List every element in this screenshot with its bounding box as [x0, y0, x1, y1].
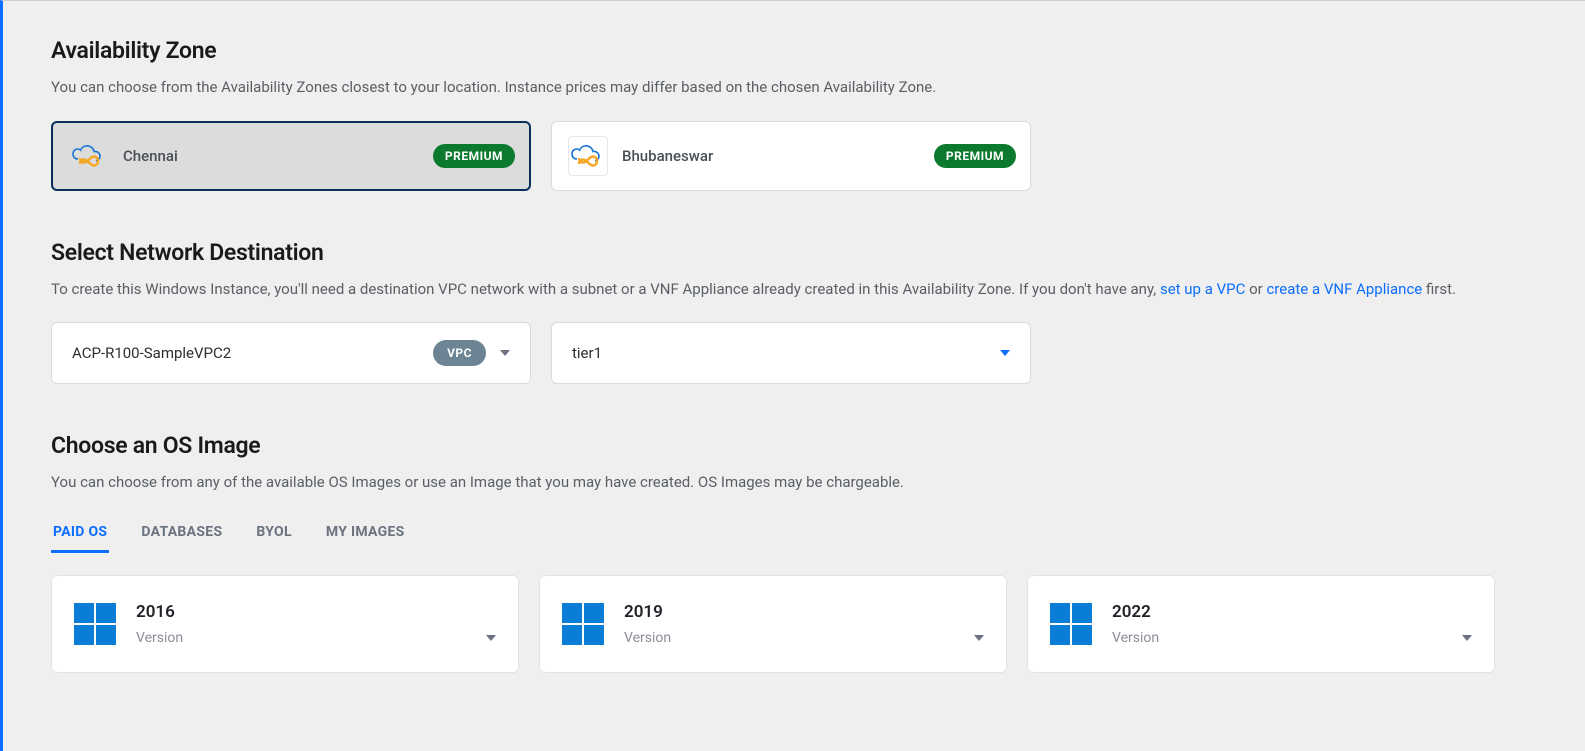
vpc-pill: VPC [433, 340, 486, 366]
chevron-down-icon [500, 350, 510, 356]
os-card-2022[interactable]: 2022 Version [1027, 575, 1495, 673]
premium-badge: PREMIUM [433, 144, 515, 168]
tab-byol[interactable]: BYOL [254, 516, 293, 553]
network-desc-suffix: first. [1422, 280, 1456, 298]
os-name: 2016 [136, 602, 496, 622]
os-version-label: Version [1112, 630, 1159, 646]
cloud-infinity-icon [69, 136, 109, 176]
set-up-vpc-link[interactable]: set up a VPC [1160, 280, 1245, 298]
os-version-label: Version [136, 630, 183, 646]
windows-icon [74, 603, 116, 645]
tab-databases[interactable]: DATABASES [139, 516, 224, 553]
network-desc-prefix: To create this Windows Instance, you'll … [51, 280, 1160, 298]
vpc-select[interactable]: ACP-R100-SampleVPC2 VPC [51, 322, 531, 384]
az-name: Bhubaneswar [622, 147, 920, 165]
premium-badge: PREMIUM [934, 144, 1016, 168]
availability-zone-desc: You can choose from the Availability Zon… [51, 76, 1495, 99]
vpc-select-value: ACP-R100-SampleVPC2 [72, 344, 419, 362]
section-availability-zone: Availability Zone You can choose from th… [51, 37, 1495, 191]
os-card-2019[interactable]: 2019 Version [539, 575, 1007, 673]
chevron-down-icon [1000, 350, 1010, 356]
os-version-select[interactable]: Version [624, 630, 984, 646]
section-network-destination: Select Network Destination To create thi… [51, 239, 1495, 385]
os-name: 2019 [624, 602, 984, 622]
os-card-2016[interactable]: 2016 Version [51, 575, 519, 673]
os-version-select[interactable]: Version [1112, 630, 1472, 646]
os-row: 2016 Version 2019 [51, 575, 1495, 673]
network-desc-or: or [1245, 280, 1266, 298]
chevron-down-icon [974, 635, 984, 641]
os-desc: You can choose from any of the available… [51, 471, 1495, 494]
os-tabs: PAID OS DATABASES BYOL MY IMAGES [51, 516, 1495, 553]
network-title: Select Network Destination [51, 239, 1495, 266]
chevron-down-icon [1462, 635, 1472, 641]
os-name: 2022 [1112, 602, 1472, 622]
cloud-infinity-icon [568, 136, 608, 176]
tier-select-value: tier1 [572, 344, 986, 362]
az-card-bhubaneswar[interactable]: Bhubaneswar PREMIUM [551, 121, 1031, 191]
network-desc: To create this Windows Instance, you'll … [51, 278, 1495, 301]
windows-icon [562, 603, 604, 645]
availability-zone-title: Availability Zone [51, 37, 1495, 64]
os-title: Choose an OS Image [51, 432, 1495, 459]
os-version-select[interactable]: Version [136, 630, 496, 646]
tab-paid-os[interactable]: PAID OS [51, 516, 109, 553]
chevron-down-icon [486, 635, 496, 641]
network-row: ACP-R100-SampleVPC2 VPC tier1 [51, 322, 1495, 384]
windows-icon [1050, 603, 1092, 645]
section-os-image: Choose an OS Image You can choose from a… [51, 432, 1495, 673]
tab-my-images[interactable]: MY IMAGES [324, 516, 407, 553]
az-name: Chennai [123, 147, 419, 165]
os-version-label: Version [624, 630, 671, 646]
create-vnf-link[interactable]: create a VNF Appliance [1266, 280, 1422, 298]
az-card-chennai[interactable]: Chennai PREMIUM [51, 121, 531, 191]
tier-select[interactable]: tier1 [551, 322, 1031, 384]
availability-zone-row: Chennai PREMIUM Bhubaneswar PREMIUM [51, 121, 1495, 191]
